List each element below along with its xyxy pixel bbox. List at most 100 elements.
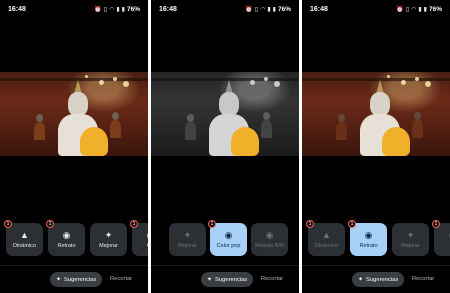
status-icons: ⏰ ▯ ◠ ▮ ▮ 76% <box>245 6 291 13</box>
signal-icon: ▮ <box>418 6 422 13</box>
signal-icon: ▮ <box>423 6 427 13</box>
bokeh-light <box>123 81 129 87</box>
photo-grayscale-background <box>151 72 299 156</box>
wifi-icon: ◠ <box>109 6 115 13</box>
small-statue-head <box>112 112 119 120</box>
suggestions-label: Sugerencias <box>366 276 399 283</box>
small-statue-body <box>336 122 347 140</box>
phone-screen-dynamic: 16:48 ⏰ ▯ ◠ ▮ ▮ 76% 1 ▲ Dinámico 1 ◉ Ret… <box>0 0 148 293</box>
battery-level: 76% <box>428 5 442 13</box>
tool-color-pop-partial[interactable]: 1 ◉ C <box>432 220 450 256</box>
photo-preview[interactable] <box>151 72 299 156</box>
sparkle-icon: ✦ <box>183 230 192 240</box>
bokeh-light <box>99 80 104 85</box>
tool-dynamic[interactable]: 1 ▲ Dinámico <box>4 220 43 256</box>
tool-color-pop[interactable]: 1 ◉ Color pop <box>208 220 247 256</box>
tool-strip: 1 ▲ Dinámico 1 ◉ Retrato ✦ Mejorar 1 ◉ C… <box>0 220 148 257</box>
photo-preview[interactable] <box>0 72 148 156</box>
tool-label: Mejorar <box>178 243 197 249</box>
statue-head <box>68 92 88 116</box>
statue-robe <box>382 127 410 156</box>
statue-head <box>219 92 239 116</box>
bokeh-light <box>415 77 419 81</box>
alarm-icon: ⏰ <box>94 6 102 13</box>
badge-count: 1 <box>46 220 54 228</box>
signal-icon: ▮ <box>272 6 276 13</box>
suggestions-tab[interactable]: ✦ Sugerencias <box>50 272 103 287</box>
bokeh-light <box>274 81 280 87</box>
status-bar: 16:48 ⏰ ▯ ◠ ▮ ▮ 76% <box>151 0 299 18</box>
small-statue-head <box>338 114 345 122</box>
small-statue-body <box>34 122 45 140</box>
bokeh-light <box>387 75 390 78</box>
crop-tab[interactable]: Recortar <box>110 276 132 282</box>
badge-count: 1 <box>348 220 356 228</box>
tool-label: Color pop <box>216 243 241 249</box>
screens-container: 16:48 ⏰ ▯ ◠ ▮ ▮ 76% 1 ▲ Dinámico 1 ◉ Ret… <box>0 0 450 293</box>
phone-screen-color-pop: 16:48 ⏰ ▯ ◠ ▮ ▮ 76% ✦ Mejorar 1 ◉ Color … <box>151 0 299 293</box>
vibrate-icon: ▯ <box>405 6 410 13</box>
tool-label: Co <box>147 243 148 249</box>
bottom-bar: ✦ Sugerencias Recortar <box>0 265 148 293</box>
battery-level: 76% <box>126 5 140 13</box>
tool-portrait-bw[interactable]: ◉ Retrato B/N <box>251 223 288 256</box>
sparkle-icon: ✦ <box>207 277 213 283</box>
suggestions-tab[interactable]: ✦ Sugerencias <box>201 272 254 287</box>
mountain-icon: ▲ <box>20 230 29 240</box>
sparkle-icon: ✦ <box>358 277 364 283</box>
mountain-icon: ▲ <box>322 230 331 240</box>
tool-portrait[interactable]: 1 ◉ Retrato <box>46 220 85 256</box>
small-statue-head <box>36 114 43 122</box>
photo-preview[interactable] <box>302 72 450 156</box>
tool-enhance[interactable]: ✦ Mejorar <box>90 223 127 256</box>
tool-strip: ✦ Mejorar 1 ◉ Color pop ◉ Retrato B/N <box>151 220 299 257</box>
tool-label: Retrato <box>359 243 378 249</box>
status-time: 16:48 <box>159 5 177 13</box>
badge-count: 1 <box>306 220 314 228</box>
sparkle-icon: ✦ <box>56 277 62 283</box>
signal-icon: ▮ <box>116 6 120 13</box>
tool-strip: 1 ▲ Dinámico 1 ◉ Retrato ✦ Mejorar 1 ◉ C <box>302 220 450 257</box>
tool-color-pop-partial[interactable]: 1 ◉ Co <box>130 220 148 256</box>
suggestions-tab[interactable]: ✦ Sugerencias <box>352 272 405 287</box>
small-statue-body <box>261 120 272 138</box>
alarm-icon: ⏰ <box>245 6 253 13</box>
signal-icon: ▮ <box>267 6 271 13</box>
small-statue-body <box>185 122 196 140</box>
tool-label: Dinámico <box>13 243 36 249</box>
person-icon: ◉ <box>265 230 274 240</box>
wifi-icon: ◠ <box>260 6 266 13</box>
badge-count: 1 <box>4 220 12 228</box>
crop-tab[interactable]: Recortar <box>412 276 434 282</box>
suggestions-label: Sugerencias <box>215 276 248 283</box>
battery-level: 76% <box>277 5 291 13</box>
bokeh-light <box>250 80 255 85</box>
status-time: 16:48 <box>310 5 328 13</box>
small-statue-head <box>187 114 194 122</box>
status-bar: 16:48 ⏰ ▯ ◠ ▮ ▮ 76% <box>302 0 450 18</box>
bokeh-light <box>85 75 88 78</box>
bottom-bar: ✦ Sugerencias Recortar <box>151 265 299 293</box>
tool-enhance[interactable]: ✦ Mejorar <box>392 223 429 256</box>
tool-label: Mejorar <box>99 243 118 249</box>
bokeh-light <box>113 77 117 81</box>
bokeh-light <box>401 80 406 85</box>
tool-label: Retrato <box>57 243 76 249</box>
person-icon: ◉ <box>147 230 148 240</box>
suggestions-label: Sugerencias <box>64 276 97 283</box>
tool-label: Dinámico <box>315 243 338 249</box>
badge-count: 1 <box>130 220 138 228</box>
tool-portrait[interactable]: 1 ◉ Retrato <box>348 220 387 256</box>
status-icons: ⏰ ▯ ◠ ▮ ▮ 76% <box>94 6 140 13</box>
small-statue-body <box>110 120 121 138</box>
statue-robe-color <box>231 127 259 156</box>
crop-tab[interactable]: Recortar <box>261 276 283 282</box>
tool-enhance[interactable]: ✦ Mejorar <box>169 223 206 256</box>
tool-dynamic[interactable]: 1 ▲ Dinámico <box>306 220 345 256</box>
small-statue-body <box>412 120 423 138</box>
person-icon: ◉ <box>224 230 233 240</box>
alarm-icon: ⏰ <box>396 6 404 13</box>
sparkle-icon: ✦ <box>104 230 113 240</box>
bokeh-light <box>264 77 268 81</box>
small-statue-head <box>414 112 421 120</box>
